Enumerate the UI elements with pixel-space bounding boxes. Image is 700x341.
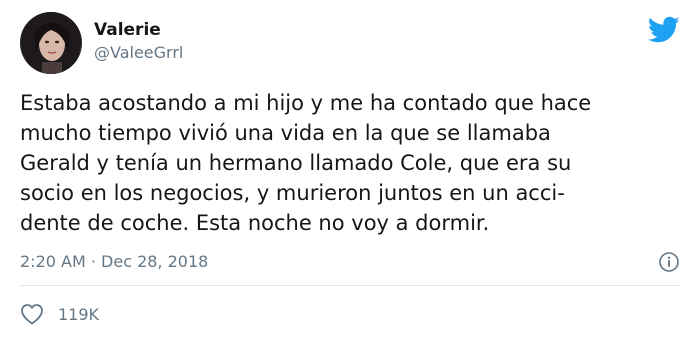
tweet-text-line: Estaba acostando a mi hijo y me ha conta…: [20, 91, 592, 115]
user-handle[interactable]: @ValeeGrrl: [94, 42, 183, 64]
tweet-text-line: dente de coche. Esta noche no voy a dorm…: [20, 211, 490, 235]
twitter-bird-icon[interactable]: [647, 16, 680, 44]
like-count: 119K: [58, 304, 100, 324]
tweet-card: Valerie @ValeeGrrl Estaba acostando a mi…: [0, 0, 700, 341]
tweet-header: Valerie @ValeeGrrl: [20, 12, 680, 74]
tweet-text: Estaba acostando a mi hijo y me ha conta…: [20, 88, 680, 238]
timestamp[interactable]: 2:20 AM · Dec 28, 2018: [20, 252, 208, 271]
tweet-text-line: socio en los negocios, y murieron juntos…: [20, 181, 565, 205]
info-icon[interactable]: [658, 251, 680, 273]
tweet-text-line: Gerald y tenía un hermano llamado Cole, …: [20, 151, 572, 175]
tweet-text-line: mucho tiempo vivió una vida en la que se…: [20, 121, 551, 145]
heart-icon: [20, 303, 44, 325]
divider: [20, 285, 680, 286]
tweet-meta: 2:20 AM · Dec 28, 2018: [20, 250, 680, 274]
avatar[interactable]: [20, 12, 82, 74]
like-button[interactable]: 119K: [20, 300, 99, 328]
display-name[interactable]: Valerie: [94, 19, 183, 41]
user-names: Valerie @ValeeGrrl: [94, 19, 183, 64]
